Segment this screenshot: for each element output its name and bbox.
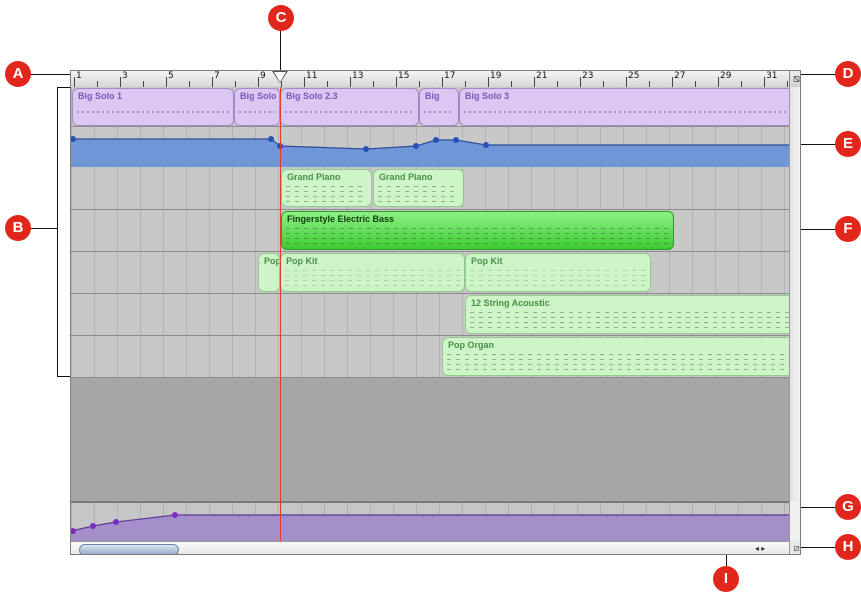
- horizontal-scrollbar[interactable]: ◂ ▸: [71, 541, 789, 554]
- track-lane-6[interactable]: 12 String Acoustic: [71, 294, 795, 336]
- track-lane-5[interactable]: Pop Pop Kit Pop Kit: [71, 252, 789, 294]
- ruler-tick: [764, 77, 765, 87]
- ruler-tick: [672, 77, 673, 87]
- callout-d: D: [835, 61, 861, 87]
- scroll-right-icon[interactable]: ▸: [761, 544, 765, 553]
- ruler-label: 19: [490, 71, 502, 81]
- ruler-tick: [350, 77, 351, 87]
- callout-b-bracket-top: [57, 87, 71, 88]
- ruler-tick: [718, 77, 719, 87]
- vertical-scrollbar[interactable]: [789, 87, 800, 501]
- ruler-label: 29: [720, 71, 732, 81]
- ruler-tick: [488, 77, 489, 87]
- region-12-string-acoustic[interactable]: 12 String Acoustic: [465, 295, 795, 334]
- region-name: Big Solo 3: [465, 91, 510, 101]
- ruler-tick: [258, 77, 259, 87]
- ruler-tick: [166, 77, 167, 87]
- callout-c: C: [268, 5, 294, 31]
- region-name: Big Solo 1: [78, 91, 123, 101]
- region-name: Grand Piano: [287, 172, 341, 182]
- region-name: Pop Kit: [286, 256, 318, 266]
- callout-b-bracket-bottom: [57, 376, 71, 377]
- ruler-label: 15: [398, 71, 410, 81]
- region-big[interactable]: Big: [419, 88, 459, 126]
- ruler-tick: [74, 77, 75, 87]
- master-track[interactable]: [71, 501, 789, 541]
- track-lane-2[interactable]: [71, 127, 789, 167]
- region-name: Pop Organ: [448, 340, 495, 350]
- ruler-label: 17: [444, 71, 456, 81]
- zoom-slider-icon[interactable]: ⧄: [789, 541, 800, 554]
- callout-a-line: [31, 74, 71, 75]
- master-volume-automation[interactable]: [71, 127, 789, 167]
- horizontal-scroll-thumb[interactable]: [79, 544, 179, 554]
- region-name: Big: [425, 91, 440, 101]
- ruler-label: 5: [168, 71, 174, 81]
- region-pop-kit-1[interactable]: Pop Kit: [280, 253, 465, 292]
- ruler-label: 3: [122, 71, 128, 81]
- region-name: Pop Kit: [471, 256, 503, 266]
- ruler-zoom-icon[interactable]: ⧅: [789, 71, 800, 87]
- ruler-label: 1: [76, 71, 82, 81]
- callout-a: A: [5, 61, 31, 87]
- ruler-label: 25: [628, 71, 640, 81]
- callout-d-line: [795, 74, 835, 75]
- ruler-tick: [580, 77, 581, 87]
- ruler-label: 27: [674, 71, 686, 81]
- region-pop[interactable]: Pop: [258, 253, 280, 292]
- ruler-label: 21: [536, 71, 548, 81]
- ruler-label: 11: [306, 71, 318, 81]
- callout-h-line: [800, 547, 835, 548]
- callout-h: H: [835, 534, 861, 560]
- track-lane-1[interactable]: Big Solo 1 Big Solo Big Solo 2.3 Big Big…: [71, 87, 795, 127]
- region-pop-organ[interactable]: Pop Organ: [442, 337, 795, 376]
- ruler-tick: [442, 77, 443, 87]
- region-grand-piano-1[interactable]: Grand Piano: [281, 169, 372, 207]
- arrange-window: 1 3 5 7 9 11 13 15 17 19 21 23 25 27 29 31 ⧅ Big Solo 1…: [70, 70, 801, 555]
- ruler-label: 31: [766, 71, 778, 81]
- region-big-solo-1[interactable]: Big Solo 1: [72, 88, 234, 126]
- callout-e: E: [835, 131, 861, 157]
- region-big-solo-2-3[interactable]: Big Solo 2.3: [280, 88, 419, 126]
- track-lane-7[interactable]: Pop Organ: [71, 336, 795, 378]
- region-fingerstyle-electric-bass[interactable]: Fingerstyle Electric Bass: [281, 211, 674, 250]
- region-big-solo[interactable]: Big Solo: [234, 88, 280, 126]
- ruler-tick: [626, 77, 627, 87]
- region-big-solo-3[interactable]: Big Solo 3: [459, 88, 795, 126]
- ruler-label: 23: [582, 71, 594, 81]
- region-name: Big Solo 2.3: [286, 91, 338, 101]
- ruler-label: 9: [260, 71, 266, 81]
- ruler-tick: [120, 77, 121, 87]
- region-pop-kit-2[interactable]: Pop Kit: [465, 253, 651, 292]
- track-lane-3[interactable]: Grand Piano Grand Piano: [71, 167, 789, 210]
- scroll-left-icon[interactable]: ◂: [755, 544, 759, 553]
- ruler-tick: [212, 77, 213, 87]
- master-track-automation[interactable]: [71, 503, 789, 541]
- region-name: Pop: [264, 256, 280, 266]
- ruler-tick: [534, 77, 535, 87]
- master-track-side: [789, 501, 800, 541]
- callout-g: G: [835, 494, 861, 520]
- ruler-tick: [396, 77, 397, 87]
- region-name: Fingerstyle Electric Bass: [287, 214, 395, 224]
- region-name: Grand Piano: [379, 172, 433, 182]
- empty-track-area[interactable]: [71, 378, 789, 501]
- playhead-line[interactable]: [280, 87, 281, 541]
- track-lane-4[interactable]: Fingerstyle Electric Bass: [71, 210, 789, 252]
- region-name: Big Solo: [240, 91, 277, 101]
- ruler-label: 7: [214, 71, 220, 81]
- playhead-marker[interactable]: [274, 72, 286, 82]
- beat-ruler[interactable]: 1 3 5 7 9 11 13 15 17 19 21 23 25 27 29 31: [71, 71, 789, 88]
- callout-b-line: [31, 228, 57, 229]
- region-grand-piano-2[interactable]: Grand Piano: [373, 169, 464, 207]
- region-name: 12 String Acoustic: [471, 298, 550, 308]
- callout-f: F: [835, 216, 861, 242]
- ruler-tick: [304, 77, 305, 87]
- callout-c-line: [280, 31, 281, 71]
- callout-i: I: [713, 566, 739, 592]
- callout-b: B: [5, 215, 31, 241]
- ruler-label: 13: [352, 71, 364, 81]
- scroll-arrow-buttons[interactable]: ◂ ▸: [755, 544, 785, 554]
- callout-b-bracket: [57, 87, 58, 377]
